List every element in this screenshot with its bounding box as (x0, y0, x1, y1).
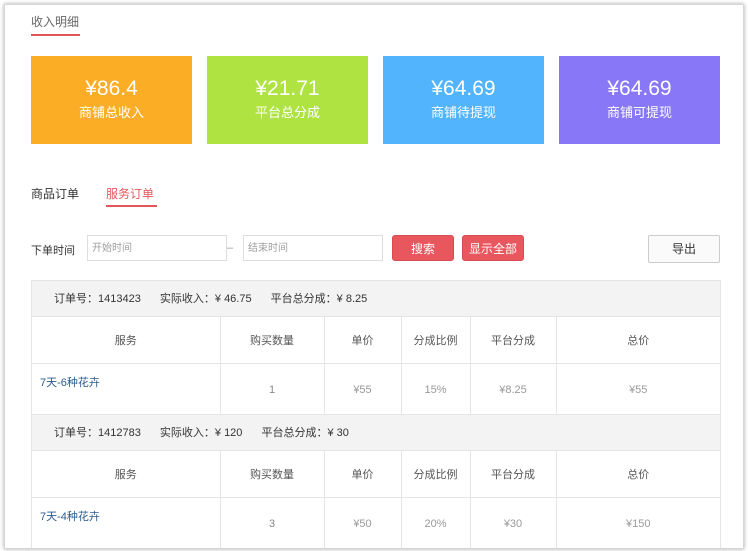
order-items-table: 服务 购买数量 单价 分成比例 平台分成 总价 7天-6种花卉 1 ¥55 15… (32, 317, 720, 415)
column-header: 分成比例 (401, 317, 471, 364)
order-card: 订单号：1413423 实际收入：¥ 46.75 平台总分成：¥ 8.25 服务… (31, 280, 721, 416)
stat-value: ¥64.69 (431, 77, 496, 100)
page-title-underline (31, 34, 80, 36)
order-number: 订单号：1412783 (54, 427, 141, 439)
column-header: 单价 (324, 451, 402, 498)
stat-value: ¥21.71 (255, 77, 320, 100)
order-time-label: 下单时间 (31, 245, 75, 257)
service-link[interactable]: 7天-6种花卉 (40, 377, 100, 389)
service-link[interactable]: 7天-4种花卉 (40, 511, 100, 523)
end-date-input[interactable] (243, 235, 383, 261)
service-cell: 7天-4种花卉 (32, 497, 221, 548)
platform-share-cell: ¥8.25 (470, 363, 557, 415)
column-header: 购买数量 (220, 317, 325, 364)
order-header: 订单号：1412783 实际收入：¥ 120 平台总分成：¥ 30 (32, 415, 720, 451)
order-header: 订单号：1413423 实际收入：¥ 46.75 平台总分成：¥ 8.25 (32, 281, 720, 317)
table-row: 7天-4种花卉 3 ¥50 20% ¥30 ¥150 (32, 497, 720, 548)
export-button[interactable]: 导出 (648, 235, 720, 263)
column-header: 平台分成 (470, 451, 557, 498)
quantity-cell: 1 (220, 363, 325, 415)
column-header: 总价 (556, 317, 720, 364)
share-ratio-cell: 15% (401, 363, 471, 415)
tab-product-orders[interactable]: 商品订单 (31, 185, 79, 202)
page-title: 收入明细 (31, 15, 80, 29)
actual-income: 实际收入：¥ 46.75 (159, 293, 252, 305)
stat-card-total-income: ¥86.4 商铺总收入 (31, 56, 192, 144)
date-range-separator: – (227, 242, 234, 254)
stat-value: ¥86.4 (85, 77, 138, 100)
column-header: 总价 (556, 451, 720, 498)
platform-total-share: 平台总分成：¥ 30 (261, 427, 349, 439)
share-ratio-cell: 20% (401, 497, 471, 548)
show-all-button[interactable]: 显示全部 (462, 235, 524, 261)
stats-row: ¥86.4 商铺总收入 ¥21.71 平台总分成 ¥64.69 商铺待提现 ¥6… (31, 56, 721, 144)
column-header: 服务 (32, 317, 221, 364)
column-header: 服务 (32, 451, 221, 498)
actual-income: 实际收入：¥ 120 (159, 427, 243, 439)
platform-share-cell: ¥30 (470, 497, 557, 548)
window-frame: 收入明细 ¥86.4 商铺总收入 ¥21.71 平台总分成 ¥64.69 商铺待… (4, 4, 744, 549)
stat-value: ¥64.69 (607, 77, 672, 100)
unit-price-cell: ¥50 (324, 497, 402, 548)
stat-label: 商铺总收入 (78, 105, 144, 120)
platform-total-share: 平台总分成：¥ 8.25 (270, 293, 368, 305)
tab-service-orders[interactable]: 服务订单 (106, 185, 154, 202)
order-card: 订单号：1412783 实际收入：¥ 120 平台总分成：¥ 30 服务 购买数… (31, 414, 721, 548)
active-tab-underline (106, 205, 157, 207)
quantity-cell: 3 (220, 497, 325, 548)
total-price-cell: ¥150 (626, 517, 651, 530)
stat-card-withdrawable: ¥64.69 商铺可提现 (559, 56, 720, 144)
stat-label: 平台总分成 (254, 105, 320, 120)
service-cell: 7天-6种花卉 (32, 363, 221, 415)
start-date-input[interactable] (87, 235, 227, 261)
table-row: 7天-6种花卉 1 ¥55 15% ¥8.25 ¥55 (32, 363, 720, 415)
stat-card-pending-withdraw: ¥64.69 商铺待提现 (383, 56, 544, 144)
table-header-row: 服务 购买数量 单价 分成比例 平台分成 总价 (32, 317, 720, 364)
order-number: 订单号：1413423 (54, 293, 141, 305)
column-header: 平台分成 (470, 317, 557, 364)
stat-label: 商铺可提现 (606, 105, 672, 120)
order-items-table: 服务 购买数量 单价 分成比例 平台分成 总价 7天-4种花卉 3 ¥50 20… (32, 451, 720, 548)
column-header: 分成比例 (401, 451, 471, 498)
total-price-cell: ¥55 (629, 383, 648, 396)
stat-card-platform-share: ¥21.71 平台总分成 (207, 56, 368, 144)
stat-label: 商铺待提现 (430, 105, 496, 120)
column-header: 单价 (324, 317, 402, 364)
table-header-row: 服务 购买数量 单价 分成比例 平台分成 总价 (32, 451, 720, 498)
search-button[interactable]: 搜索 (392, 235, 454, 261)
column-header: 购买数量 (220, 451, 325, 498)
unit-price-cell: ¥55 (324, 363, 402, 415)
